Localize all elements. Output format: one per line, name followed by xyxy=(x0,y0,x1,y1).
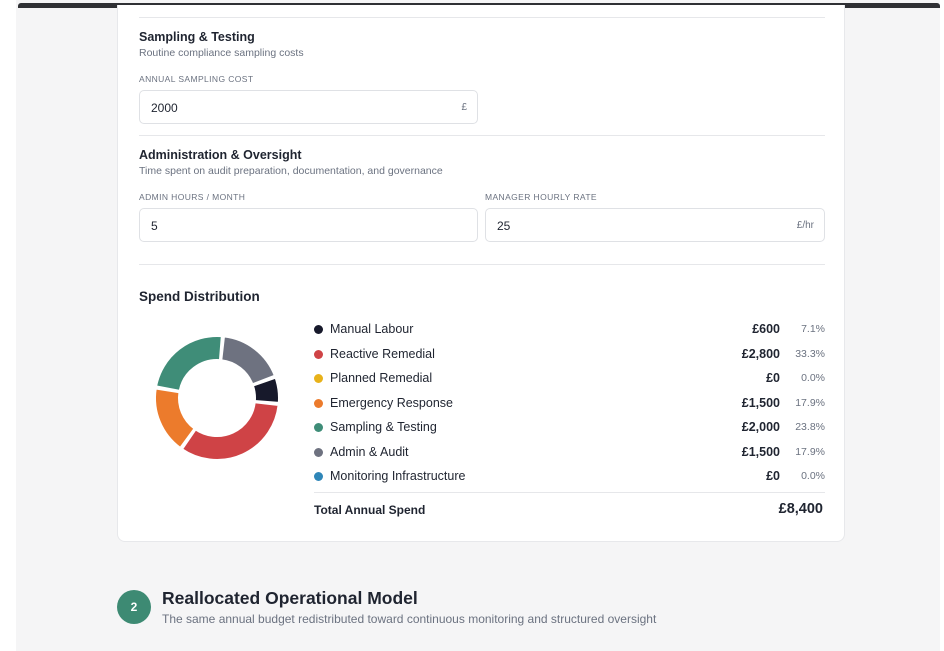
legend-amount: £0 xyxy=(766,371,780,385)
divider xyxy=(139,264,825,265)
annual-sampling-cost-value: 2000 xyxy=(151,101,178,115)
sampling-section-title: Sampling & Testing xyxy=(139,30,255,44)
legend-row-manual-labour: Manual Labour £600 7.1% xyxy=(314,321,825,339)
legend-percent: 33.3% xyxy=(795,348,825,360)
legend-label: Sampling & Testing xyxy=(330,420,437,434)
legend-amount: £1,500 xyxy=(741,396,780,410)
legend-dot xyxy=(314,325,323,334)
sampling-section-subtitle: Routine compliance sampling costs xyxy=(139,47,304,59)
admin-hours-value: 5 xyxy=(151,219,158,233)
donut-segment-admin-audit xyxy=(220,335,277,386)
step-number-badge: 2 xyxy=(117,590,151,624)
admin-hours-label: ADMIN HOURS / MONTH xyxy=(139,192,246,202)
legend-label: Reactive Remedial xyxy=(330,347,435,361)
total-divider xyxy=(314,492,825,493)
legend-amount: £0 xyxy=(766,469,780,483)
legend-row-monitoring-infrastructure: Monitoring Infrastructure £0 0.0% xyxy=(314,468,825,486)
legend-percent: 17.9% xyxy=(795,397,825,409)
step-subtitle: The same annual budget redistributed tow… xyxy=(162,612,657,626)
legend-row-admin-audit: Admin & Audit £1,500 17.9% xyxy=(314,444,825,462)
divider xyxy=(139,135,825,136)
total-annual-spend-label: Total Annual Spend xyxy=(314,503,426,517)
legend-percent: 17.9% xyxy=(795,446,825,458)
legend-label: Monitoring Infrastructure xyxy=(330,469,466,483)
legend-dot xyxy=(314,374,323,383)
legend-row-reactive-remedial: Reactive Remedial £2,800 33.3% xyxy=(314,346,825,364)
manager-rate-input[interactable]: 25 £/hr xyxy=(485,208,825,242)
rate-unit: £/hr xyxy=(796,220,814,231)
manager-rate-value: 25 xyxy=(497,219,511,233)
admin-section-title: Administration & Oversight xyxy=(139,148,302,162)
admin-section-subtitle: Time spent on audit preparation, documen… xyxy=(139,165,443,177)
spend-distribution-title: Spend Distribution xyxy=(139,289,260,304)
annual-sampling-cost-label: ANNUAL SAMPLING COST xyxy=(139,74,254,84)
legend-label: Admin & Audit xyxy=(330,445,409,459)
legend-amount: £2,000 xyxy=(741,420,780,434)
legend-amount: £600 xyxy=(752,322,780,336)
legend-percent: 0.0% xyxy=(801,372,825,384)
legend-percent: 0.0% xyxy=(801,470,825,482)
legend-label: Emergency Response xyxy=(330,396,453,410)
total-annual-spend-value: £8,400 xyxy=(778,501,823,517)
legend-amount: £2,800 xyxy=(741,347,780,361)
donut-segment-reactive-remedial xyxy=(180,401,280,461)
legend-dot xyxy=(314,399,323,408)
cost-inputs-card: Sampling & Testing Routine compliance sa… xyxy=(117,5,845,542)
manager-rate-label: MANAGER HOURLY RATE xyxy=(485,192,597,202)
legend-row-planned-remedial: Planned Remedial £0 0.0% xyxy=(314,370,825,388)
legend-dot xyxy=(314,448,323,457)
legend-row-sampling-testing: Sampling & Testing £2,000 23.8% xyxy=(314,419,825,437)
legend-dot xyxy=(314,423,323,432)
legend-percent: 7.1% xyxy=(801,323,825,335)
legend-label: Manual Labour xyxy=(330,322,414,336)
legend-dot xyxy=(314,350,323,359)
donut-segment-sampling-testing xyxy=(154,335,223,393)
legend-dot xyxy=(314,472,323,481)
annual-sampling-cost-input[interactable]: 2000 £ xyxy=(139,90,478,124)
legend-percent: 23.8% xyxy=(795,421,825,433)
divider xyxy=(139,17,825,18)
legend-amount: £1,500 xyxy=(741,445,780,459)
spend-donut-chart xyxy=(154,335,280,461)
admin-hours-input[interactable]: 5 xyxy=(139,208,478,242)
legend-label: Planned Remedial xyxy=(330,371,433,385)
step-title: Reallocated Operational Model xyxy=(162,588,418,608)
currency-unit: £ xyxy=(461,102,467,113)
legend-row-emergency-response: Emergency Response £1,500 17.9% xyxy=(314,395,825,413)
